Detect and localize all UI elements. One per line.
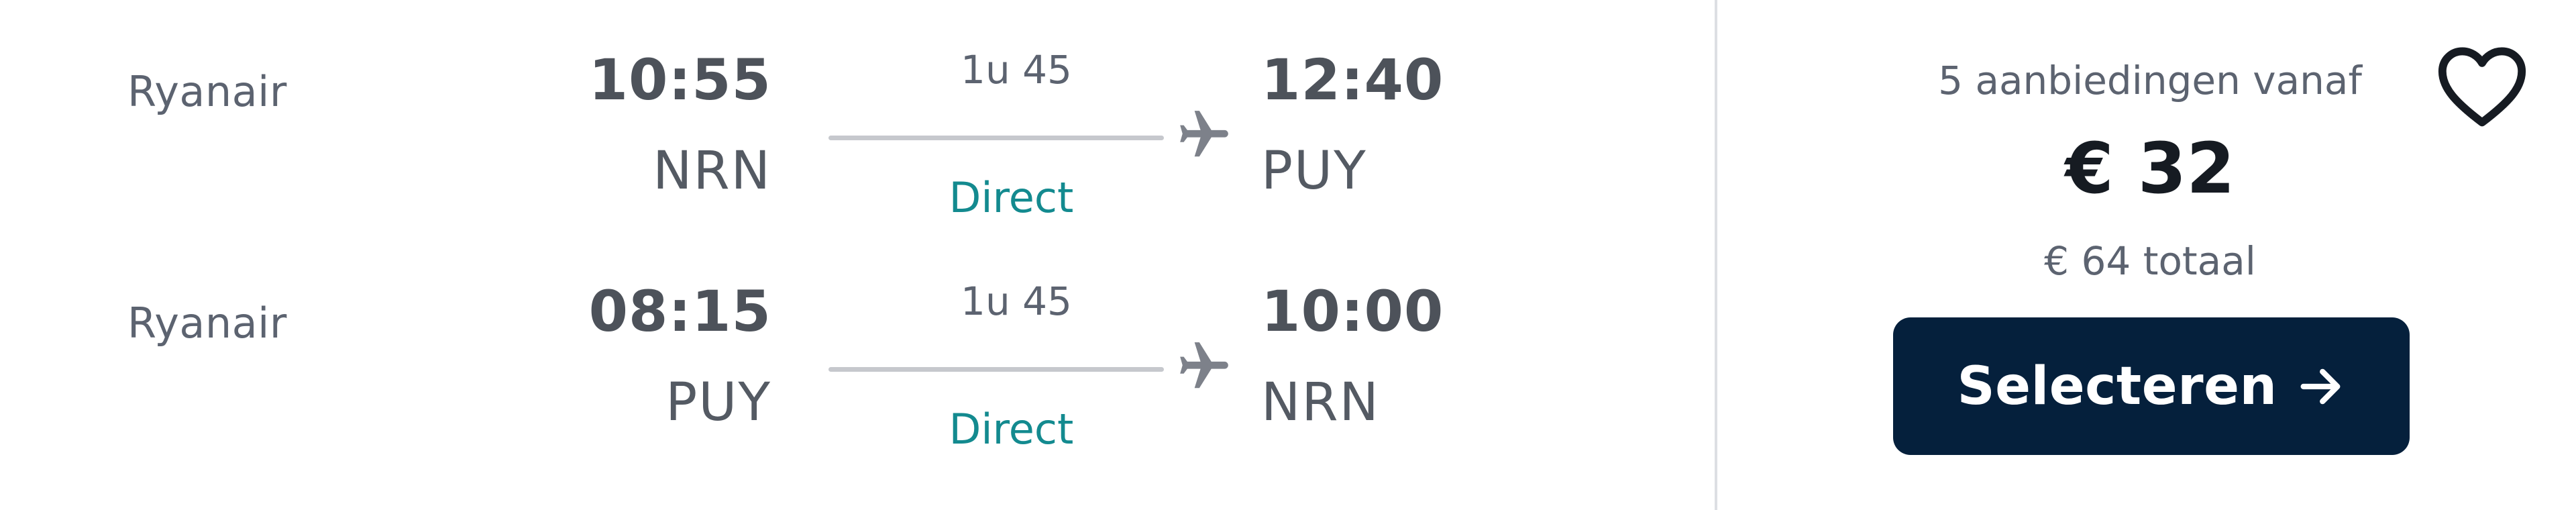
departure-airport: NRN — [653, 141, 771, 201]
airline-name: Ryanair — [127, 67, 287, 116]
departure-airport: PUY — [665, 372, 771, 433]
return-leg: Ryanair 08:15 PUY 1u 45 Direct 10:00 NRN — [0, 265, 1715, 493]
price: € 32 — [2065, 128, 2235, 209]
total-price: € 64 totaal — [2044, 238, 2256, 284]
departure-time: 08:15 — [588, 278, 771, 344]
arrival-airport: PUY — [1261, 141, 1367, 201]
route-line — [828, 367, 1164, 372]
flight-duration: 1u 45 — [961, 278, 1072, 324]
arrival-time: 10:00 — [1261, 278, 1444, 344]
departure-time: 10:55 — [588, 47, 771, 113]
outbound-leg: Ryanair 10:55 NRN 1u 45 Direct 12:40 PUY — [0, 34, 1715, 262]
flight-duration: 1u 45 — [961, 47, 1072, 93]
flight-result-card[interactable]: Ryanair 10:55 NRN 1u 45 Direct 12:40 PUY… — [0, 0, 2576, 510]
arrow-right-icon — [2300, 368, 2340, 404]
stops-label: Direct — [949, 173, 1074, 222]
select-button-label: Selecteren — [1957, 356, 2277, 417]
route-line — [828, 136, 1164, 140]
select-button[interactable]: Selecteren — [1893, 317, 2410, 455]
stops-label: Direct — [949, 405, 1074, 454]
arrival-time: 12:40 — [1261, 47, 1444, 113]
plane-icon — [1180, 111, 1228, 157]
plane-icon — [1180, 342, 1228, 389]
heart-icon[interactable] — [2435, 46, 2529, 129]
airline-name: Ryanair — [127, 299, 287, 348]
price-panel: 5 aanbiedingen vanaf € 32 € 64 totaal Se… — [1717, 0, 2576, 510]
arrival-airport: NRN — [1261, 372, 1380, 433]
